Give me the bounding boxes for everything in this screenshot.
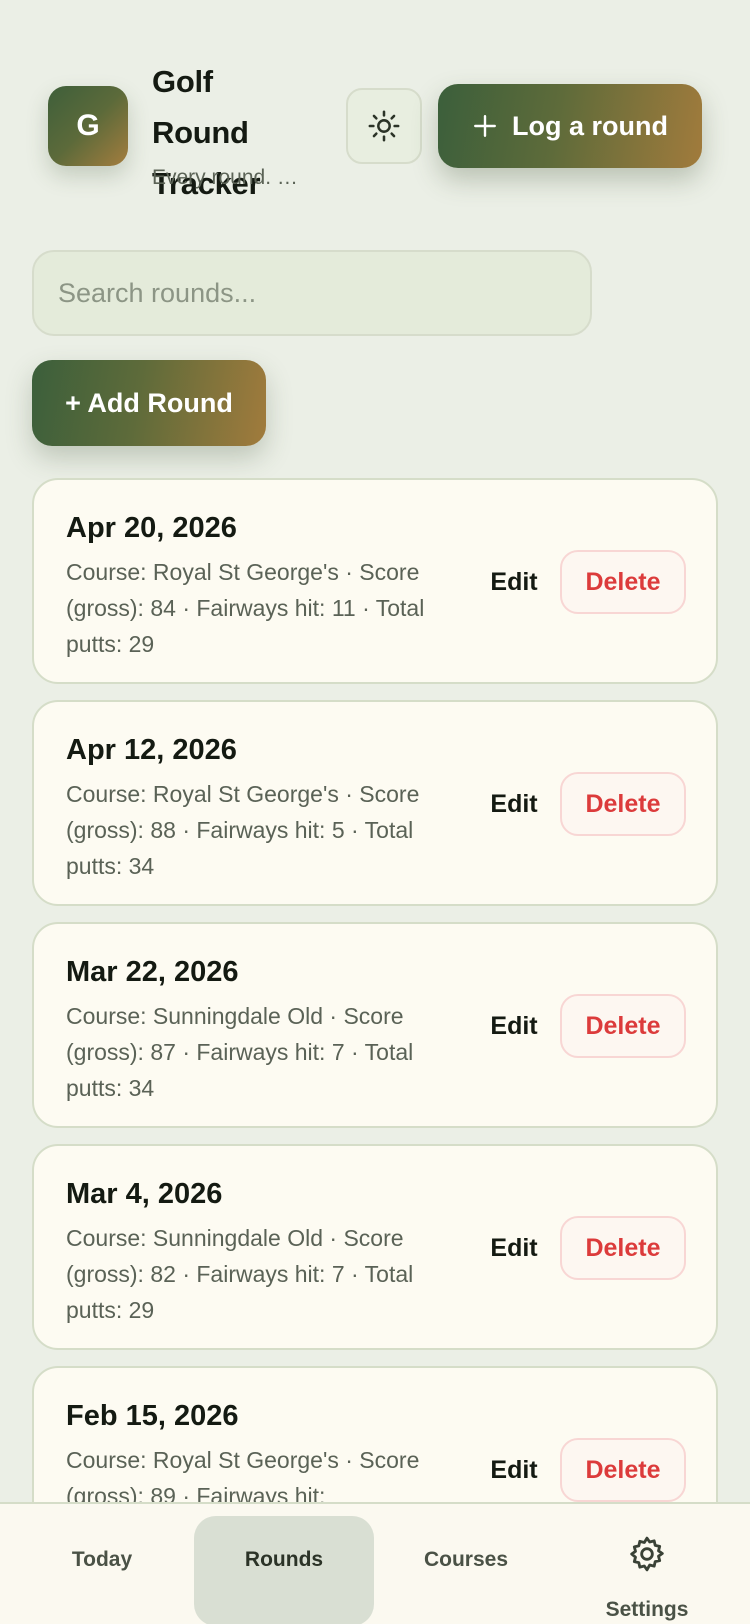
nav-item-label: Courses <box>423 1548 509 1571</box>
round-card: Apr 20, 2026 Course: Royal St George's ·… <box>32 478 718 684</box>
nav-item-label: Today <box>71 1548 133 1571</box>
round-details: Course: Royal St George's · Score (gross… <box>66 559 425 657</box>
round-card: Feb 15, 2026 Course: Royal St George's ·… <box>32 1366 718 1502</box>
add-round-button[interactable]: + Add Round <box>32 360 266 446</box>
round-date: Mar 4, 2026 <box>66 1178 223 1210</box>
edit-button[interactable]: Edit <box>470 550 558 614</box>
delete-button[interactable]: Delete <box>560 550 686 614</box>
delete-button[interactable]: Delete <box>560 1216 686 1280</box>
edit-button[interactable]: Edit <box>470 994 558 1058</box>
round-card: Mar 22, 2026 Course: Sunningdale Old · S… <box>32 922 718 1128</box>
round-details: Course: Royal St George's · Score (gross… <box>66 1447 420 1502</box>
round-date: Feb 15, 2026 <box>66 1400 239 1432</box>
edit-button[interactable]: Edit <box>470 1438 558 1502</box>
gear-icon <box>630 1536 664 1572</box>
round-details: Course: Sunningdale Old · Score (gross):… <box>66 1225 414 1323</box>
edit-button[interactable]: Edit <box>470 1216 558 1280</box>
rounds-list: Apr 20, 2026 Course: Royal St George's ·… <box>32 478 718 1502</box>
round-card: Apr 12, 2026 Course: Royal St George's ·… <box>32 700 718 906</box>
round-details: Course: Royal St George's · Score (gross… <box>66 781 420 879</box>
plus-icon <box>474 115 496 137</box>
nav-item-rounds[interactable]: Rounds <box>194 1516 374 1624</box>
app-header: G Golf Round Tracker Every round. … Log … <box>48 56 702 201</box>
round-date: Apr 12, 2026 <box>66 734 237 766</box>
round-date: Apr 20, 2026 <box>66 512 237 544</box>
app-logo: G <box>48 86 128 166</box>
theme-toggle-button[interactable] <box>346 88 422 164</box>
round-details: Course: Sunningdale Old · Score (gross):… <box>66 1003 414 1101</box>
nav-item-today[interactable]: Today <box>12 1516 192 1624</box>
round-card: Mar 4, 2026 Course: Sunningdale Old · Sc… <box>32 1144 718 1350</box>
nav-item-courses[interactable]: Courses <box>376 1516 556 1624</box>
round-date: Mar 22, 2026 <box>66 956 239 988</box>
app-title-line: Round <box>152 115 249 150</box>
nav-item-label: Rounds <box>244 1548 324 1571</box>
search-input[interactable] <box>32 250 592 336</box>
sun-icon <box>368 110 400 142</box>
delete-button[interactable]: Delete <box>560 772 686 836</box>
log-round-label: Log a round <box>512 110 668 141</box>
log-round-button[interactable]: Log a round <box>438 84 702 168</box>
nav-item-settings[interactable]: Settings <box>557 1516 737 1624</box>
bottom-nav: Today Rounds Courses Settings <box>0 1502 750 1624</box>
edit-button[interactable]: Edit <box>470 772 558 836</box>
nav-item-label: Settings <box>605 1598 689 1621</box>
delete-button[interactable]: Delete <box>560 1438 686 1502</box>
app-tagline: Every round. … <box>152 166 298 189</box>
app-title-line: Golf <box>152 64 213 99</box>
delete-button[interactable]: Delete <box>560 994 686 1058</box>
